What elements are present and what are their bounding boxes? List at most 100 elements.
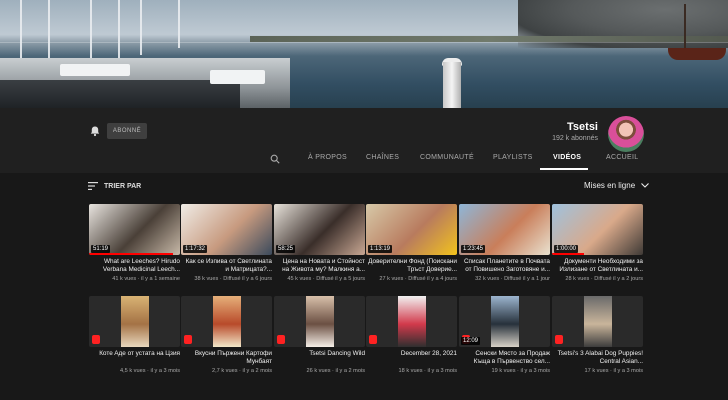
video-card[interactable]: 1:13:19 Доверителни Фонд (Поискани Тръст … [366,204,457,282]
video-meta: 4,5 k vues · il y a 3 mois [120,368,180,374]
banner-pier-shadow [0,80,240,108]
video-title[interactable]: Tsetsi's 3 Alabai Dog Puppies! Central A… [552,350,643,366]
video-duration: 1:00:00 [554,245,579,253]
video-card[interactable]: 12:09 Сенски Място за Продаж Къща в Първе… [459,296,550,374]
search-icon[interactable] [270,154,280,164]
video-title[interactable]: December 28, 2021 [366,350,457,366]
video-thumbnail[interactable]: 12:09 [459,296,550,347]
banner-boat [60,64,130,76]
banner-boat [210,70,265,84]
video-thumbnail[interactable] [274,296,365,347]
video-meta: 26 k vues · il y a 2 mois [306,368,365,374]
video-thumbnail[interactable]: 1:00:00 [552,204,643,255]
active-tab-indicator [540,168,588,170]
video-card[interactable]: 58:25 Цена на Новата и Стойност на Живота… [274,204,365,282]
channel-page: Tsetsi 192 k abonnés ABONNÉ ACCUEIL VIDÉ… [0,0,728,400]
video-thumbnail[interactable]: 1:23:45 [459,204,550,255]
banner-horizon [0,42,728,43]
video-duration: 1:13:19 [368,245,393,253]
video-duration: 51:19 [91,245,111,253]
chevron-down-icon [641,183,650,188]
video-meta: 27 k vues · Diffusé il y a 4 jours [379,276,457,282]
tab-playlists[interactable]: PLAYLISTS [493,154,533,161]
banner-post [443,62,461,108]
shorts-icon [184,335,192,344]
banner-sailboat-mast [684,4,686,50]
subscribe-button[interactable]: ABONNÉ [107,123,147,139]
video-thumbnail[interactable] [181,296,272,347]
watch-progress-bar [552,253,584,255]
sort-icon [88,182,98,190]
short-frame [398,296,426,347]
video-meta: 19 k vues · il y a 3 mois [491,368,550,374]
video-title[interactable]: Котe Aдe от устата на Цзия [89,350,180,366]
video-card[interactable]: December 28, 2021 18 k vues · il y a 3 mo… [366,296,457,374]
video-title[interactable]: What are Leeches? Hirudo Verbana Medicin… [89,258,180,274]
shorts-icon [555,335,563,344]
channel-banner [0,0,728,108]
short-frame [121,296,149,347]
channel-avatar[interactable] [608,116,644,152]
video-thumbnail[interactable] [366,296,457,347]
video-title[interactable]: Списак Планетите в Почвата от Повишено З… [459,258,550,274]
video-title[interactable]: Доверителни Фонд (Поискани Тръст Доверие… [366,258,457,274]
video-duration: 1:17:32 [183,245,208,253]
video-card[interactable]: 51:19 What are Leeches? Hirudo Verbana Me… [89,204,180,282]
video-duration: 12:09 [461,337,481,345]
video-card[interactable]: 1:23:45 Списак Планетите в Почвата от Пов… [459,204,550,282]
sort-label: TRIER PAR [104,182,142,190]
video-title[interactable]: Вкусни Пържени Картофи Мунбаят [181,350,272,366]
video-meta: 17 k vues · il y a 3 mois [584,368,643,374]
video-thumbnail[interactable]: 51:19 [89,204,180,255]
uploads-dropdown[interactable]: Mises en ligne [584,181,650,190]
tab-home[interactable]: ACCUEIL [606,154,638,161]
video-card[interactable]: Вкусни Пържени Картофи Мунбаят 2,7 k vues… [181,296,272,374]
banner-mast [118,0,120,62]
video-thumbnail[interactable]: 1:17:32 [181,204,272,255]
video-card[interactable]: Котe Aдe от устата на Цзия 4,5 k vues · i… [89,296,180,374]
video-duration: 1:23:45 [461,245,486,253]
video-title[interactable]: Как се Изпива от Светлината и Матрицата?… [181,258,272,274]
short-frame [491,296,519,347]
video-meta: 28 k vues · Diffusé il y a 2 jours [565,276,643,282]
channel-name: Tsetsi [567,121,598,133]
banner-mast [140,0,142,55]
video-meta: 45 k vues · Diffusé il y a 5 jours [287,276,365,282]
video-meta: 41 k vues · il y a 1 semaine [112,276,180,282]
video-card[interactable]: Tsetsi's 3 Alabai Dog Puppies! Central A… [552,296,643,374]
video-card[interactable]: 1:17:32 Как се Изпива от Светлината и Мат… [181,204,272,282]
shorts-icon [369,335,377,344]
subscriber-count: 192 k abonnés [552,135,598,142]
video-duration: 58:25 [276,245,296,253]
channel-header: Tsetsi 192 k abonnés [0,108,728,173]
tab-channels[interactable]: CHAÎNES [366,154,399,161]
notification-bell-icon[interactable] [89,125,101,137]
video-thumbnail[interactable] [89,296,180,347]
short-frame [306,296,334,347]
shorts-icon [277,335,285,344]
uploads-label: Mises en ligne [584,181,636,190]
video-title[interactable]: Сенски Място за Продаж Къща в Първенство… [459,350,550,366]
sort-button[interactable]: TRIER PAR [88,182,141,190]
video-meta: 2,7 k vues · il y a 2 mois [212,368,272,374]
short-frame [584,296,612,347]
tab-community[interactable]: COMMUNAUTÉ [420,154,474,161]
watch-progress-bar [89,253,173,255]
video-meta: 38 k vues · Diffusé il y a 6 jours [194,276,272,282]
video-title[interactable]: Цена на Новата и Стойност на Живота му? … [274,258,365,274]
video-thumbnail[interactable]: 1:13:19 [366,204,457,255]
video-thumbnail[interactable]: 58:25 [274,204,365,255]
video-card[interactable]: 1:00:00 Документи Необходими за Излизане … [552,204,643,282]
tab-about[interactable]: À PROPOS [308,154,347,161]
banner-mast [178,0,180,48]
video-thumbnail[interactable] [552,296,643,347]
banner-sailboat [668,48,726,60]
video-card[interactable]: Tsetsi Dancing Wild 26 k vues · il y a 2 … [274,296,365,374]
short-frame [213,296,241,347]
video-meta: 32 k vues · Diffusé il y a 1 jour [475,276,550,282]
video-title[interactable]: Tsetsi Dancing Wild [274,350,365,366]
video-meta: 18 k vues · il y a 3 mois [398,368,457,374]
tab-videos[interactable]: VIDÉOS [553,154,581,161]
shorts-icon [92,335,100,344]
video-title[interactable]: Документи Необходими за Излизане от Свет… [552,258,643,274]
